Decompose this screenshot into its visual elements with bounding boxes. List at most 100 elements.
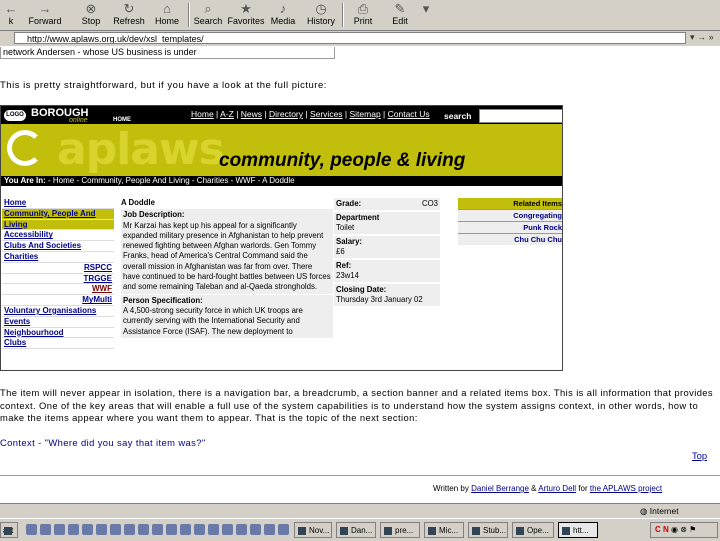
favorites-icon: ★ (240, 1, 252, 16)
quicklaunch-icon[interactable] (264, 524, 275, 535)
author-link[interactable]: Daniel Berrange (471, 484, 529, 493)
project-link[interactable]: the APLAWS project (590, 484, 662, 493)
tray-icon[interactable]: N (663, 525, 669, 534)
related-items-box: Related Items Congregating Punk Rock Chu… (458, 198, 562, 245)
job-description-label: Job Description: (123, 210, 185, 220)
related-item-link[interactable]: Congregating (458, 209, 562, 221)
topnav-sitemap-link[interactable]: Sitemap (349, 109, 380, 119)
related-item-link[interactable]: Punk Rock (458, 221, 562, 233)
topnav-home-link[interactable]: Home (191, 109, 214, 119)
breadcrumb-lead: You Are In: (4, 176, 46, 185)
quicklaunch-icon[interactable] (208, 524, 219, 535)
author-link[interactable]: Arturo Dell (538, 484, 576, 493)
history-icon: ◷ (315, 1, 327, 16)
quicklaunch-icon[interactable] (138, 524, 149, 535)
quicklaunch-icon[interactable] (40, 524, 51, 535)
site-brand-sub: online (69, 117, 88, 124)
taskbar-item[interactable]: Dan... (336, 522, 376, 538)
left-nav-item[interactable]: Clubs (2, 338, 114, 350)
site-search-input[interactable] (479, 109, 562, 123)
back-button[interactable]: ← k (0, 1, 22, 29)
left-nav-item[interactable]: Community, People And (2, 208, 114, 220)
left-nav: Home Community, People And Living Accessibi… (2, 198, 114, 350)
home-icon: ⌂ (163, 1, 171, 16)
context-heading-link[interactable]: Context - "Where did you say that item w… (0, 437, 206, 448)
left-nav-item[interactable]: WWF (2, 284, 114, 296)
quicklaunch-icon[interactable] (96, 524, 107, 535)
left-nav-item[interactable]: Living (2, 219, 114, 231)
taskbar-item-active[interactable]: htt... (558, 522, 598, 538)
go-icon[interactable]: → (697, 32, 706, 42)
left-nav-item[interactable]: Home (2, 198, 114, 209)
left-nav-item[interactable]: Clubs And Societies (2, 241, 114, 252)
links-icon[interactable]: » (709, 32, 714, 42)
topnav-services-link[interactable]: Services (310, 109, 343, 119)
detail-label: Department (336, 213, 380, 222)
quicklaunch-icon[interactable] (166, 524, 177, 535)
edit-dropdown-button[interactable]: ▾ (420, 1, 432, 29)
quicklaunch-icon[interactable] (152, 524, 163, 535)
topnav-news-link[interactable]: News (241, 109, 262, 119)
site-logo: LOGO (4, 110, 26, 121)
breadcrumb-path[interactable]: - Home - Community, People And Living - … (46, 176, 295, 185)
left-nav-item[interactable]: Events (2, 317, 114, 328)
explanation-paragraph: The item will never appear in isolation,… (0, 387, 714, 423)
quicklaunch-icon[interactable] (82, 524, 93, 535)
quicklaunch-icon[interactable] (180, 524, 191, 535)
topnav-az-link[interactable]: A-Z (220, 109, 234, 119)
left-nav-item[interactable]: Charities (2, 252, 114, 263)
chevron-down-icon: ▾ (422, 1, 430, 16)
site-home-tag: HOME (113, 117, 131, 123)
person-specification: Person Specification: A 4,500-strong sec… (121, 294, 333, 338)
status-zone: ◍ Internet (640, 506, 679, 517)
taskbar-item[interactable]: Mic... (424, 522, 464, 538)
divider (0, 475, 720, 476)
forward-button[interactable]: → Forward (26, 1, 64, 29)
history-button[interactable]: ◷ History (304, 1, 338, 29)
refresh-button[interactable]: ↻ Refresh (110, 1, 148, 29)
taskbar-item[interactable]: Stub... (468, 522, 508, 538)
taskbar-item[interactable]: Nov... (294, 522, 332, 538)
edit-button[interactable]: ✎ Edit (386, 1, 414, 29)
top-link[interactable]: Top (692, 450, 707, 461)
related-item-link[interactable]: Chu Chu Chu (458, 233, 562, 245)
media-icon: ♪ (279, 1, 287, 16)
stop-button[interactable]: ⊗ Stop (76, 1, 106, 29)
left-nav-item[interactable]: Neighbourhood (2, 328, 114, 339)
left-nav-item[interactable]: TRGGE (2, 274, 114, 285)
quicklaunch-icon[interactable] (54, 524, 65, 535)
quicklaunch-icon[interactable] (236, 524, 247, 535)
topnav-directory-link[interactable]: Directory (269, 109, 303, 119)
quicklaunch-icon[interactable] (68, 524, 79, 535)
toolbar-separator (342, 3, 344, 27)
favorites-button[interactable]: ★ Favorites (226, 1, 266, 29)
item-title: A Doddle (121, 198, 155, 207)
topnav-contact-link[interactable]: Contact Us (388, 109, 430, 119)
quicklaunch-icon[interactable] (26, 524, 37, 535)
forward-arrow-icon: → (38, 1, 52, 16)
quicklaunch-icon[interactable] (124, 524, 135, 535)
quicklaunch-icon[interactable] (110, 524, 121, 535)
tray-icon[interactable]: C (655, 525, 661, 534)
left-nav-item[interactable]: RSPCC (2, 263, 114, 274)
address-input[interactable]: http://www.aplaws.org.uk/dev/xsl_templat… (14, 32, 686, 44)
quicklaunch-icon[interactable] (222, 524, 233, 535)
left-nav-item[interactable]: Accessibility (2, 230, 114, 242)
print-button[interactable]: ⎙ Print (348, 1, 378, 29)
item-content: A Doddle Job Description: Mr Karzai has … (121, 198, 333, 339)
home-button[interactable]: ⌂ Home (152, 1, 182, 29)
left-nav-item[interactable]: MyMulti (2, 295, 114, 306)
quicklaunch-icon[interactable] (250, 524, 261, 535)
related-items-title: Related Items (458, 198, 562, 209)
detail-value: Toilet (336, 223, 355, 232)
start-button[interactable]: art (0, 522, 18, 538)
taskbar-item[interactable]: Ope... (512, 522, 554, 538)
chevron-down-icon[interactable]: ▾ (690, 32, 695, 42)
search-button[interactable]: ⌕ Search (192, 1, 224, 29)
media-button[interactable]: ♪ Media (268, 1, 298, 29)
taskbar-item[interactable]: pre... (380, 522, 420, 538)
detail-row: Department Toilet (334, 212, 440, 234)
left-nav-item[interactable]: Voluntary Organisations (2, 306, 114, 317)
quicklaunch-icon[interactable] (278, 524, 289, 535)
quicklaunch-icon[interactable] (194, 524, 205, 535)
